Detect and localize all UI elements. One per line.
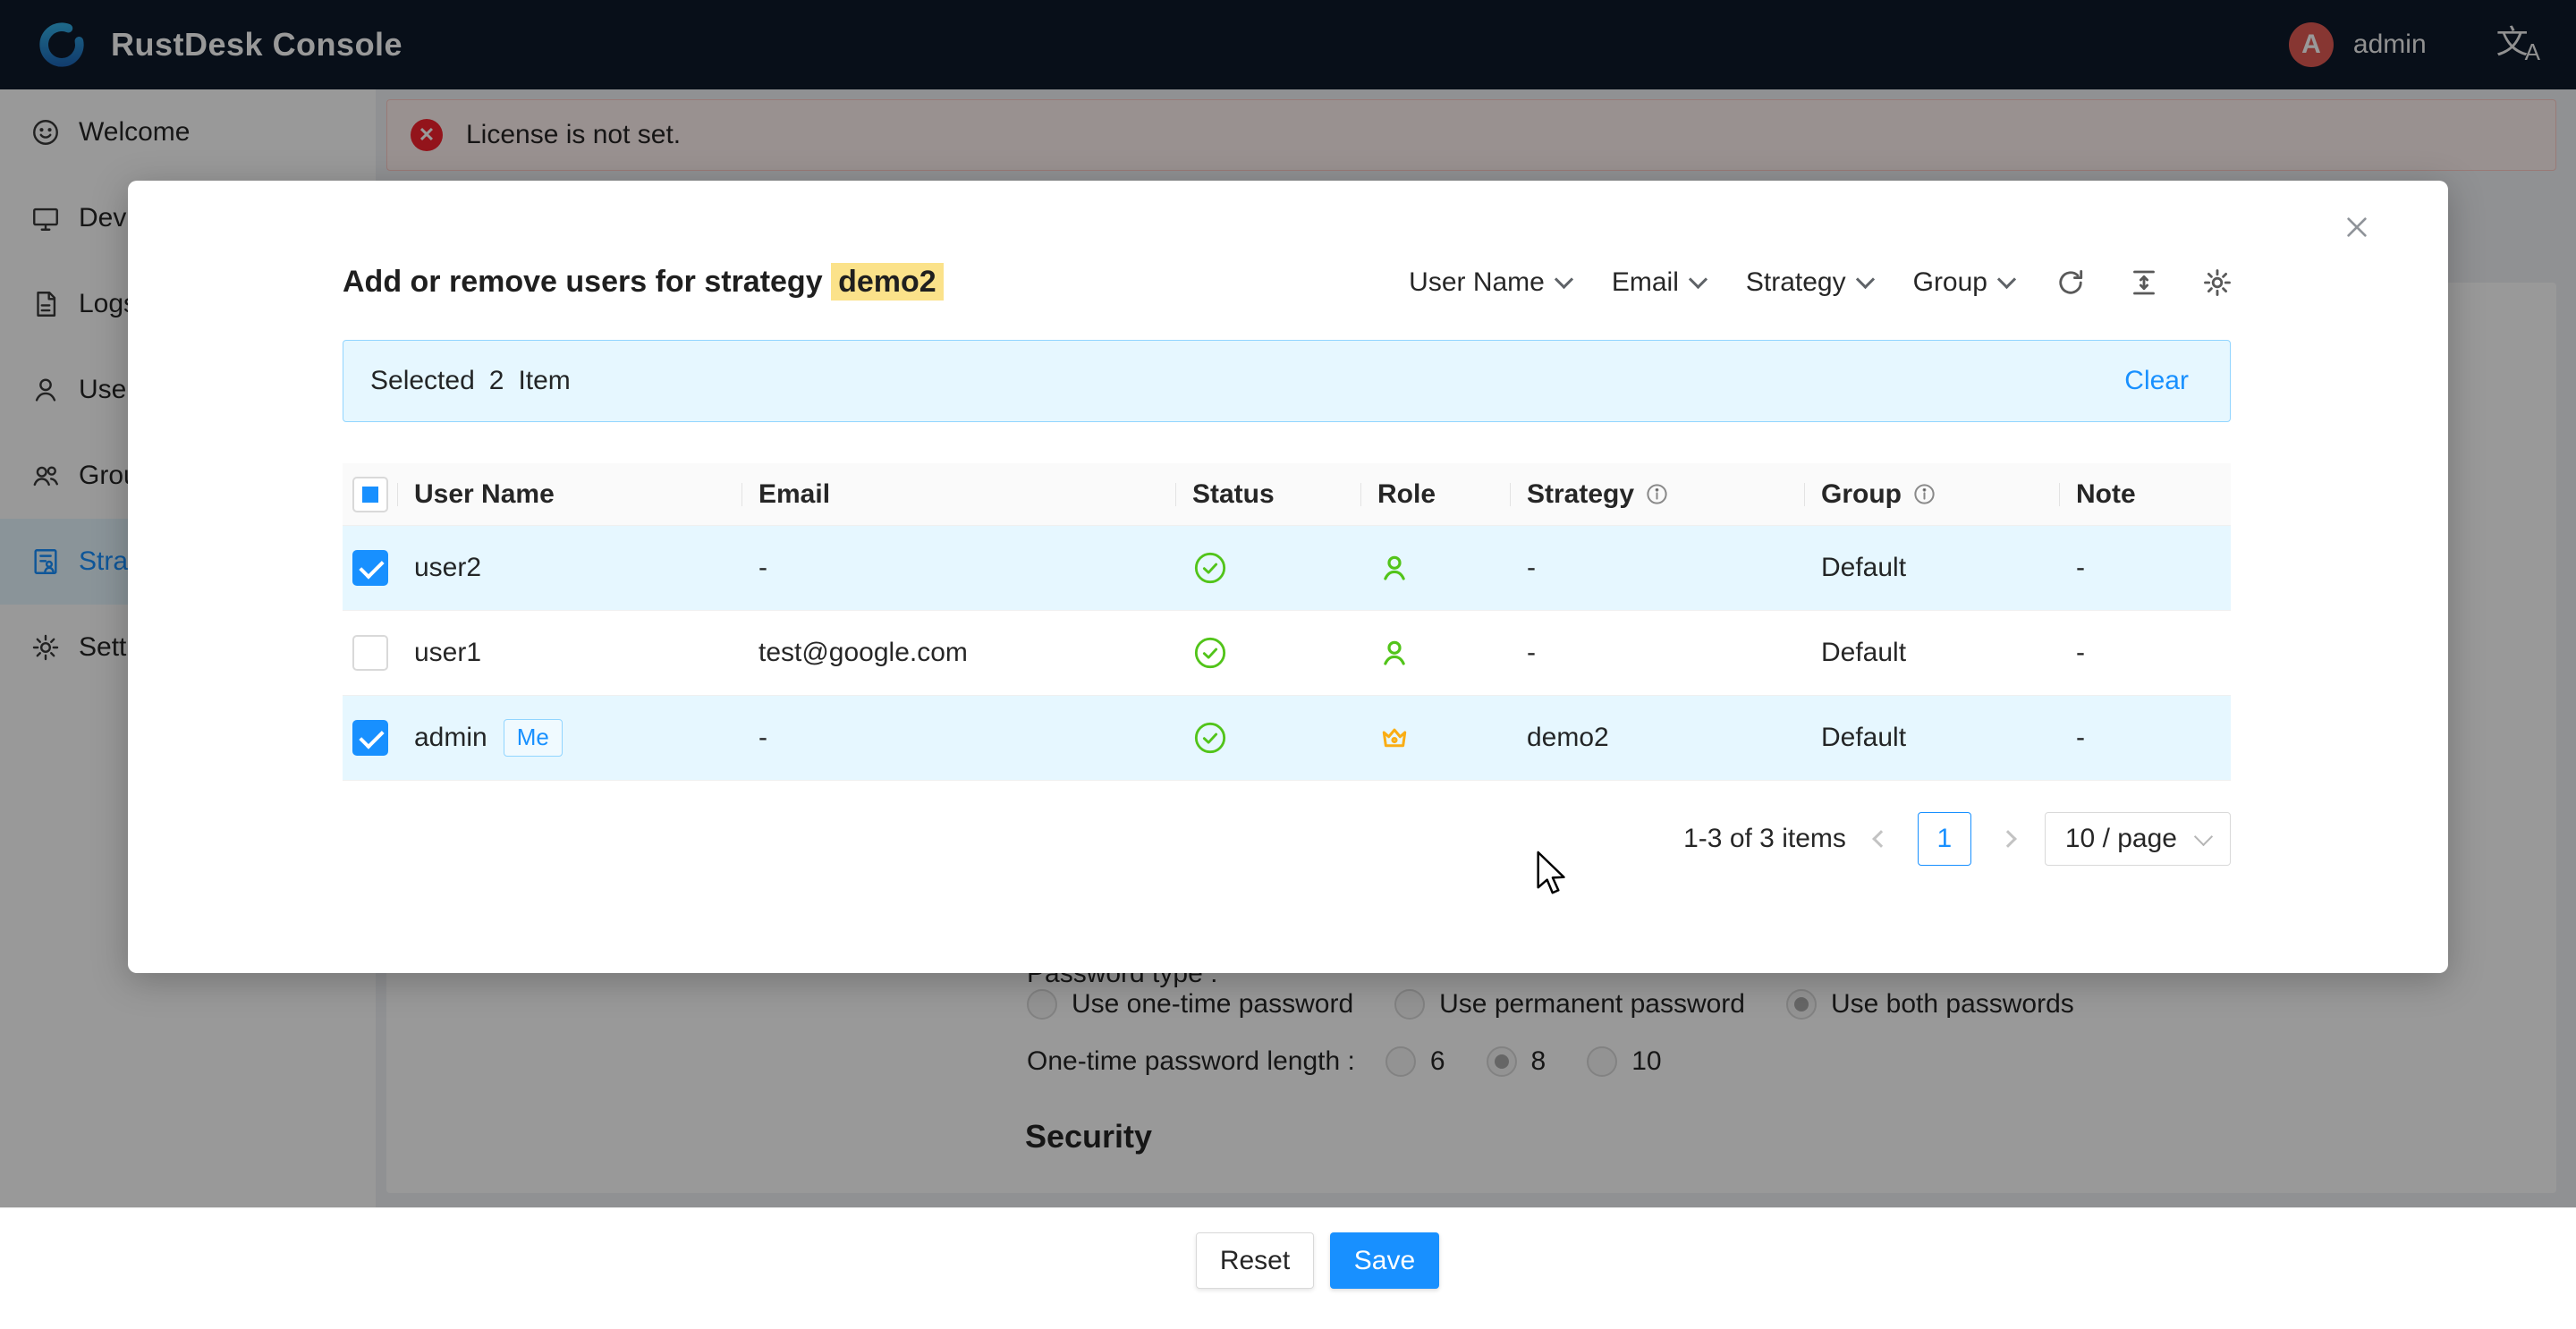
selected-label: Selected — [370, 366, 475, 396]
cell-note: - — [2060, 696, 2231, 780]
pagination-total: 1-3 of 3 items — [1683, 824, 1846, 854]
filter-user-name[interactable]: User Name — [1409, 267, 1571, 298]
me-badge: Me — [504, 719, 563, 756]
table-header-row: User Name Email Status Role Strategy Gro… — [343, 463, 2231, 526]
column-header-email: Email — [742, 463, 1176, 525]
page-size-value: 10 / page — [2065, 824, 2177, 854]
table-row: admin Me - demo2 Default - — [343, 696, 2231, 781]
screen: RustDesk Console A admin 文A Welcome Devi… — [0, 0, 2576, 1329]
next-page-button[interactable] — [1999, 830, 2017, 848]
chevron-down-icon — [1997, 269, 2016, 288]
cell-strategy: - — [1511, 611, 1805, 695]
check-circle-icon — [1192, 550, 1228, 586]
mouse-cursor — [1531, 848, 1572, 898]
check-circle-icon — [1192, 720, 1228, 756]
filter-label: User Name — [1409, 267, 1545, 298]
clear-selection-link[interactable]: Clear — [2124, 366, 2189, 396]
dialog-title-text: Add or remove users for strategy — [343, 265, 831, 299]
selection-banner: Selected 2 Item Clear — [343, 340, 2231, 422]
refresh-icon — [2055, 267, 2087, 299]
cell-group: Default — [1805, 611, 2060, 695]
cell-strategy: demo2 — [1511, 696, 1805, 780]
role-user-icon — [1361, 611, 1511, 695]
save-button[interactable]: Save — [1330, 1232, 1439, 1289]
gear-icon — [2201, 267, 2233, 299]
select-all-checkbox[interactable] — [352, 477, 388, 512]
cell-email: - — [742, 696, 1176, 780]
row-checkbox[interactable] — [352, 635, 388, 671]
pagination: 1-3 of 3 items 1 10 / page — [1683, 812, 2231, 866]
column-height-icon — [2128, 267, 2160, 299]
cell-user-name: admin Me — [398, 696, 742, 780]
filter-label: Group — [1913, 267, 1987, 298]
selected-item-label: Item — [518, 366, 570, 396]
status-enabled-icon — [1176, 526, 1361, 610]
strategy-name-highlight: demo2 — [831, 263, 944, 301]
dialog-title: Add or remove users for strategy demo2 — [343, 265, 944, 300]
selected-count: 2 — [489, 366, 504, 396]
cell-strategy: - — [1511, 526, 1805, 610]
table-row: user1 test@google.com - Default - — [343, 611, 2231, 696]
filter-label: Strategy — [1746, 267, 1846, 298]
page-1-button[interactable]: 1 — [1918, 812, 1971, 866]
user-icon — [1377, 636, 1411, 670]
row-checkbox[interactable] — [352, 720, 388, 756]
status-enabled-icon — [1176, 611, 1361, 695]
filter-toolbar: User Name Email Strategy Group — [1409, 267, 2233, 299]
filter-email[interactable]: Email — [1612, 267, 1705, 298]
chevron-down-icon — [1555, 269, 1573, 288]
refresh-button[interactable] — [2055, 267, 2087, 299]
table-settings-button[interactable] — [2201, 267, 2233, 299]
users-table: User Name Email Status Role Strategy Gro… — [343, 463, 2231, 781]
crown-icon — [1377, 721, 1411, 755]
role-admin-icon — [1361, 696, 1511, 780]
filter-strategy[interactable]: Strategy — [1746, 267, 1872, 298]
column-height-button[interactable] — [2128, 267, 2160, 299]
form-footer: Reset Save — [0, 1207, 2576, 1329]
cell-email: - — [742, 526, 1176, 610]
add-remove-users-dialog: Add or remove users for strategy demo2 U… — [128, 181, 2448, 973]
page-size-select[interactable]: 10 / page — [2045, 812, 2231, 866]
column-header-strategy: Strategy — [1511, 463, 1805, 525]
role-user-icon — [1361, 526, 1511, 610]
info-icon[interactable] — [1912, 482, 1936, 506]
cell-group: Default — [1805, 526, 2060, 610]
table-row: user2 - - Default - — [343, 526, 2231, 611]
cell-user-name: user1 — [398, 611, 742, 695]
column-header-user-name: User Name — [398, 463, 742, 525]
close-icon[interactable] — [2343, 213, 2371, 241]
cell-user-name: user2 — [398, 526, 742, 610]
chevron-down-icon — [1856, 269, 1875, 288]
cell-note: - — [2060, 526, 2231, 610]
filter-group[interactable]: Group — [1913, 267, 2013, 298]
cell-note: - — [2060, 611, 2231, 695]
prev-page-button[interactable] — [1872, 830, 1890, 848]
info-icon[interactable] — [1645, 482, 1669, 506]
row-checkbox[interactable] — [352, 550, 388, 586]
check-circle-icon — [1192, 635, 1228, 671]
column-header-note: Note — [2060, 463, 2231, 525]
cell-email: test@google.com — [742, 611, 1176, 695]
cell-group: Default — [1805, 696, 2060, 780]
chevron-down-icon — [1689, 269, 1707, 288]
chevron-down-icon — [2194, 826, 2213, 845]
column-header-role: Role — [1361, 463, 1511, 525]
status-enabled-icon — [1176, 696, 1361, 780]
column-header-status: Status — [1176, 463, 1361, 525]
user-icon — [1377, 551, 1411, 585]
column-header-group: Group — [1805, 463, 2060, 525]
filter-label: Email — [1612, 267, 1679, 298]
reset-button[interactable]: Reset — [1196, 1232, 1314, 1289]
